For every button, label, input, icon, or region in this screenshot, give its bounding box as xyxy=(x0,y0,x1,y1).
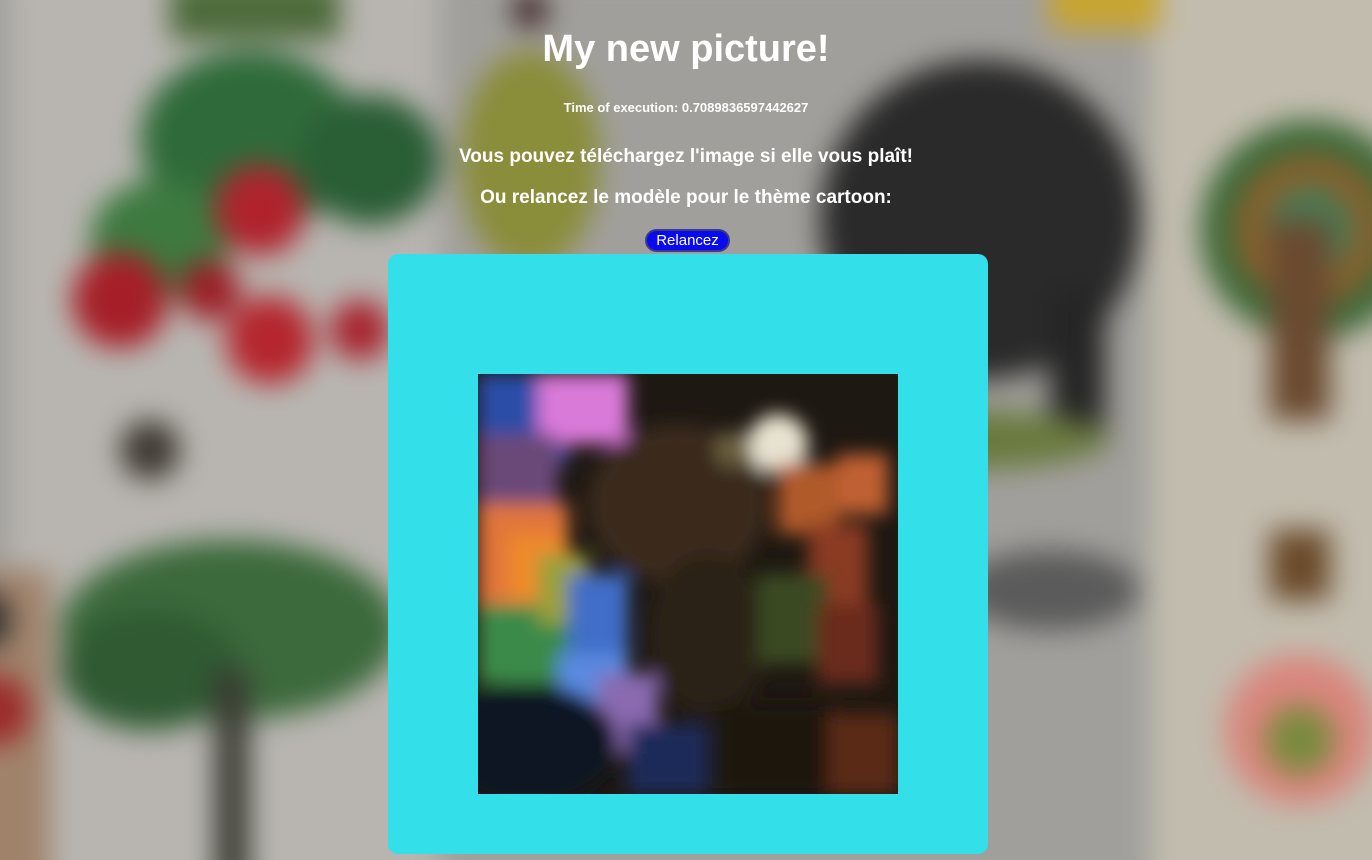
generated-image[interactable] xyxy=(478,374,898,794)
page-title: My new picture! xyxy=(542,28,830,70)
execution-time-text: Time of execution: 0.7089836597442627 xyxy=(563,100,809,115)
image-frame xyxy=(388,254,988,854)
result-page: My new picture! Time of execution: 0.708… xyxy=(0,0,1372,860)
rerun-button[interactable]: Relancez xyxy=(645,229,730,252)
generated-image-graphic xyxy=(478,374,898,794)
download-message: Vous pouvez téléchargez l'image si elle … xyxy=(459,146,913,167)
rerun-message: Ou relancez le modèle pour le thème cart… xyxy=(480,187,892,208)
